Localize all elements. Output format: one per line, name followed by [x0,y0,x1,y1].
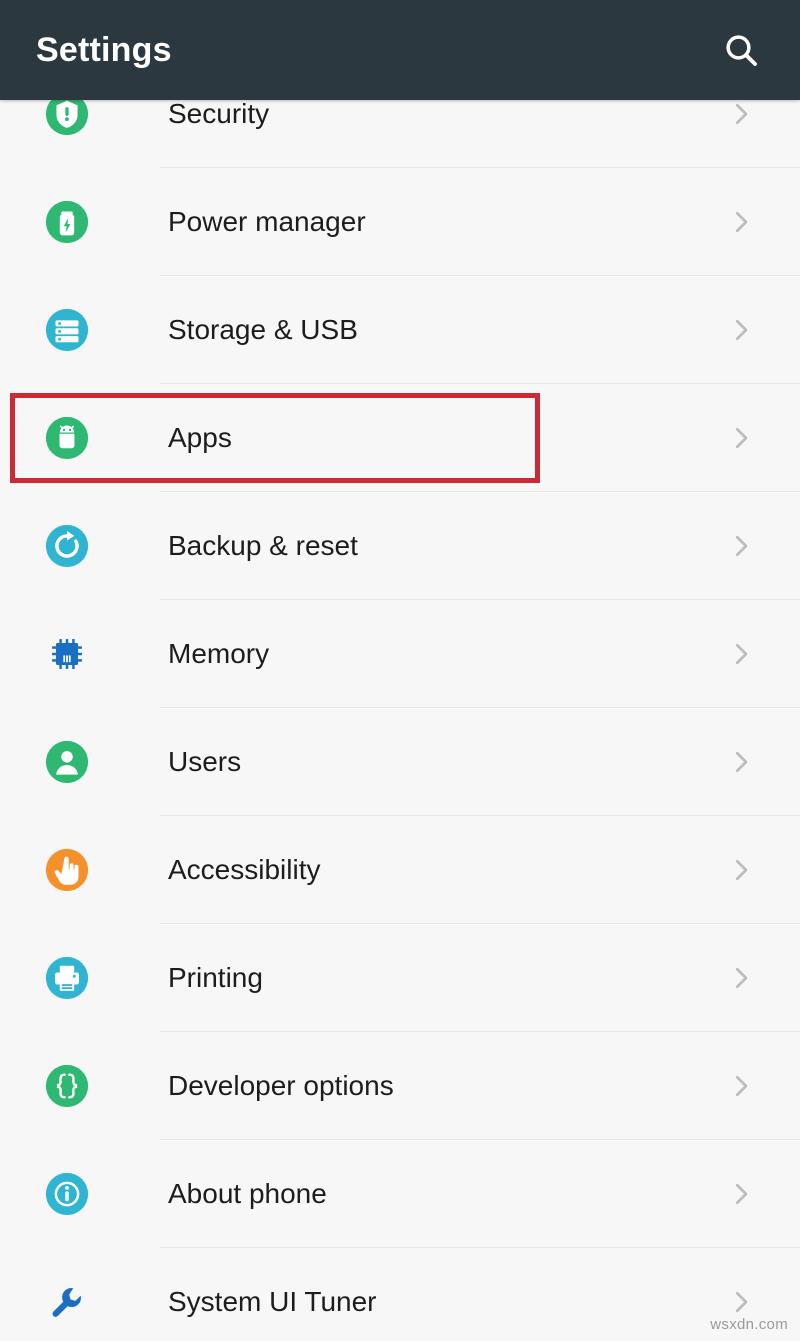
list-item-label: Printing [168,962,263,993]
chevron-right-icon [726,639,756,669]
list-item-power-manager[interactable]: Power manager [0,168,800,276]
list-item-content: Accessibility [0,816,800,924]
chevron-right-icon [726,1071,756,1101]
chevron-right-icon [726,1287,756,1317]
watermark: wsxdn.com [710,1316,788,1333]
list-item-apps[interactable]: Apps [0,384,800,492]
refresh-icon [44,523,90,569]
list-item-content: Storage & USB [0,276,800,384]
list-item-content: Memory [0,600,800,708]
chevron-right-icon [726,855,756,885]
chevron-right-icon [726,207,756,237]
chevron-right-icon [726,1179,756,1209]
chevron-right-icon [726,99,756,129]
list-item-content: System UI Tuner [0,1248,800,1341]
list-item-label: Accessibility [168,854,321,885]
battery-icon [44,199,90,245]
printer-icon [44,955,90,1001]
list-item-memory[interactable]: Memory [0,600,800,708]
list-item-label: System UI Tuner [168,1286,377,1317]
list-item-users[interactable]: Users [0,708,800,816]
list-item-label: Apps [168,422,232,453]
list-item-label: Users [168,746,242,777]
list-item-label: Memory [168,638,270,669]
list-item-label: Security [168,98,270,129]
list-item-label: About phone [168,1178,327,1209]
storage-icon [44,307,90,353]
list-item-content: Users [0,708,800,816]
list-item-content: Power manager [0,168,800,276]
list-item-content: About phone [0,1140,800,1248]
app-bar: Settings [0,0,800,100]
android-robot-icon [44,415,90,461]
page-title: Settings [36,31,172,69]
list-item-label: Developer options [168,1070,394,1101]
list-item-content: Backup & reset [0,492,800,600]
list-item-about-phone[interactable]: About phone [0,1140,800,1248]
list-item-accessibility[interactable]: Accessibility [0,816,800,924]
list-item-content: Developer options [0,1032,800,1140]
list-item-content: Printing [0,924,800,1032]
settings-list[interactable]: Security Power manager Storage & USB Apps Ba… [0,60,800,1341]
list-item-label: Backup & reset [168,530,358,561]
chevron-right-icon [726,423,756,453]
person-icon [44,739,90,785]
chevron-right-icon [726,963,756,993]
list-item-developer-options[interactable]: Developer options [0,1032,800,1140]
list-item-label: Storage & USB [168,314,358,345]
list-item-label: Power manager [168,206,366,237]
list-item-backup-reset[interactable]: Backup & reset [0,492,800,600]
memory-chip-icon [44,631,90,677]
info-icon [44,1171,90,1217]
settings-screen: Security Power manager Storage & USB Apps Ba… [0,0,800,1341]
list-item-system-ui-tuner[interactable]: System UI Tuner [0,1248,800,1341]
hand-pointer-icon [44,847,90,893]
list-item-printing[interactable]: Printing [0,924,800,1032]
list-item-storage-usb[interactable]: Storage & USB [0,276,800,384]
list-item-content: Apps [0,384,800,492]
search-icon[interactable] [718,27,764,73]
braces-icon [44,1063,90,1109]
chevron-right-icon [726,747,756,777]
chevron-right-icon [726,315,756,345]
wrench-icon [44,1279,90,1325]
chevron-right-icon [726,531,756,561]
